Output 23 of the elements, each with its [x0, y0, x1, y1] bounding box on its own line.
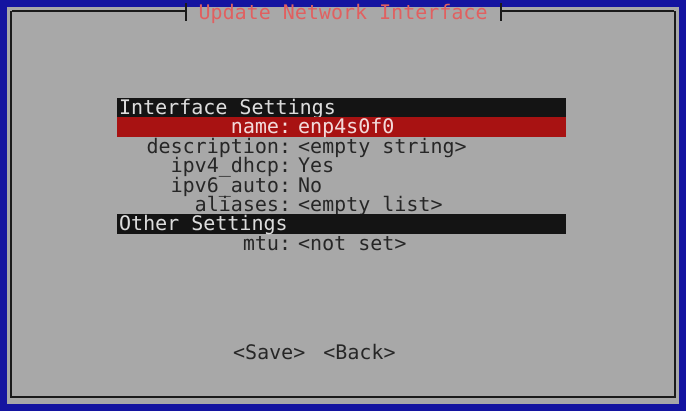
window-title: Update Network Interface — [184, 3, 502, 21]
setting-label: name: — [230, 117, 291, 137]
setting-label: mtu: — [242, 234, 291, 254]
setting-label: description: — [146, 136, 291, 156]
setting-label: ipv4_dhcp: — [170, 156, 291, 176]
setting-row[interactable]: mtu: <not set> — [117, 234, 566, 254]
setting-value: enp4s0f0 — [298, 117, 394, 137]
setting-value: <empty string> — [298, 136, 467, 156]
setting-row[interactable]: description: <empty string> — [117, 136, 566, 156]
setting-row[interactable]: ipv4_dhcp: Yes — [117, 156, 566, 176]
back-button[interactable]: <Back> — [323, 340, 396, 364]
setting-value: <not set> — [298, 234, 406, 254]
setting-row[interactable]: aliases: <empty list> — [117, 194, 566, 214]
setting-row[interactable]: name: enp4s0f0 — [117, 117, 566, 137]
setting-label: aliases: — [194, 194, 291, 214]
setting-value: No — [298, 176, 322, 195]
setting-label: ipv6_auto: — [170, 176, 291, 195]
setting-value: Yes — [298, 156, 334, 176]
save-button[interactable]: <Save> — [233, 340, 306, 364]
setting-row[interactable]: ipv6_auto: No — [117, 176, 566, 195]
section-header: Other Settings — [117, 214, 566, 234]
setting-value: <empty list> — [298, 194, 442, 214]
section-header: Interface Settings — [117, 98, 566, 118]
